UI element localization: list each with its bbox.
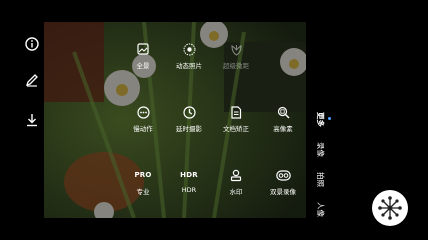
high-pixel-icon — [255, 104, 311, 120]
circuit-pattern-icon — [378, 196, 402, 220]
tab-label: 更多 — [315, 111, 325, 127]
mode-dual-view[interactable]: 双景录像 — [255, 167, 311, 196]
mode-label: 超级微距 — [223, 62, 249, 70]
mode-high-pixel[interactable]: 高像素 — [255, 104, 311, 133]
dual-view-icon — [255, 167, 311, 183]
super-macro-icon — [208, 41, 264, 57]
download-icon[interactable] — [22, 110, 42, 130]
hdr-text-icon: HDR — [180, 171, 198, 179]
active-tab-indicator — [328, 117, 331, 120]
tab-photo[interactable]: 拍照 — [310, 164, 330, 194]
edit-icon[interactable] — [22, 70, 42, 90]
tab-label: 录像 — [315, 141, 325, 157]
pro-text-icon: PRO — [134, 171, 152, 179]
tab-label: 人像 — [315, 201, 325, 217]
shutter-button[interactable] — [372, 190, 408, 226]
tab-video[interactable]: 录像 — [310, 134, 330, 164]
mode-label: 高像素 — [273, 125, 293, 133]
tab-portrait[interactable]: 人像 — [310, 194, 330, 224]
info-icon[interactable] — [22, 34, 42, 54]
tab-label: 拍照 — [315, 171, 325, 187]
mode-label: 双景录像 — [270, 188, 296, 196]
tab-more[interactable]: 更多 — [310, 104, 330, 134]
mode-super-macro[interactable]: 超级微距 — [208, 41, 264, 70]
